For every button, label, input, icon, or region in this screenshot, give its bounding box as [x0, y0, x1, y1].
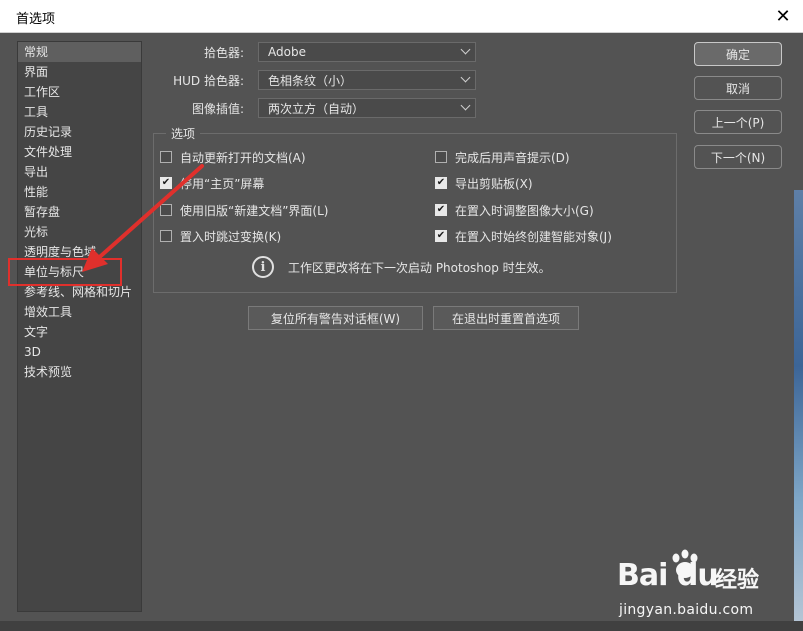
check-icon: ✔ [436, 230, 446, 241]
option-label: 完成后用声音提示(D) [455, 150, 570, 165]
title-bar: 首选项 ✕ [0, 0, 803, 33]
checkbox-checked[interactable]: ✔ [435, 177, 447, 189]
hud-color-picker-row: HUD 拾色器: 色相条纹（小） [0, 69, 480, 91]
color-picker-select[interactable]: Adobe [258, 42, 476, 62]
resize-on-place-option[interactable]: ✔ 在置入时调整图像大小(G) [435, 202, 594, 218]
paw-icon [672, 549, 698, 578]
option-label: 在置入时调整图像大小(G) [455, 203, 594, 218]
option-label: 导出剪贴板(X) [455, 176, 533, 191]
chevron-down-icon [460, 44, 471, 55]
info-text: 工作区更改将在下一次启动 Photoshop 时生效。 [288, 260, 551, 275]
options-legend: 选项 [166, 125, 201, 142]
option-label: 在置入时始终创建智能对象(J) [455, 229, 612, 244]
window-title: 首选项 [16, 12, 56, 27]
ok-button[interactable]: 确定 [694, 42, 782, 66]
sidebar-item-type[interactable]: 文字 [18, 322, 141, 342]
sidebar-item-history[interactable]: 历史记录 [18, 122, 141, 142]
sidebar-item-file-handling[interactable]: 文件处理 [18, 142, 141, 162]
check-icon: ✔ [436, 204, 446, 215]
reset-preferences-button[interactable]: 在退出时重置首选项 [433, 306, 579, 330]
image-interpolation-row: 图像插值: 两次立方（自动） [0, 97, 480, 119]
next-button[interactable]: 下一个(N) [694, 145, 782, 169]
sidebar-item-tech-preview[interactable]: 技术预览 [18, 362, 141, 382]
beep-when-done-option[interactable]: 完成后用声音提示(D) [435, 149, 570, 165]
color-picker-label: 拾色器: [203, 45, 244, 60]
cancel-button[interactable]: 取消 [694, 76, 782, 100]
checkbox-checked[interactable]: ✔ [435, 204, 447, 216]
check-icon: ✔ [436, 177, 446, 188]
color-picker-value: Adobe [268, 45, 306, 59]
close-button[interactable]: ✕ [763, 0, 803, 32]
hud-color-picker-select[interactable]: 色相条纹（小） [258, 70, 476, 90]
info-icon: i [252, 256, 274, 278]
export-clipboard-option[interactable]: ✔ 导出剪贴板(X) [435, 175, 533, 191]
chevron-down-icon [460, 100, 471, 111]
preferences-sidebar: 常规 界面 工作区 工具 历史记录 文件处理 导出 性能 暂存盘 光标 透明度与… [17, 41, 142, 612]
smart-object-on-place-option[interactable]: ✔ 在置入时始终创建智能对象(J) [435, 228, 612, 244]
watermark-cn: 经验 [715, 568, 760, 593]
image-interpolation-label: 图像插值: [191, 101, 244, 116]
annotation-arrow [82, 164, 204, 272]
baidu-jingyan-watermark: Bai du 经验 jingyan.baidu.com [615, 548, 795, 623]
sidebar-item-3d[interactable]: 3D [18, 342, 141, 362]
color-picker-row: 拾色器: Adobe [0, 41, 480, 63]
watermark-url: jingyan.baidu.com [619, 602, 754, 618]
background-canvas-strip [794, 190, 803, 631]
checkbox[interactable] [435, 151, 447, 163]
previous-button[interactable]: 上一个(P) [694, 110, 782, 134]
checkbox-checked[interactable]: ✔ [435, 230, 447, 242]
reset-warnings-button[interactable]: 复位所有警告对话框(W) [248, 306, 423, 330]
image-interpolation-value: 两次立方（自动） [268, 101, 365, 116]
chevron-down-icon [460, 72, 471, 83]
sidebar-item-plugins[interactable]: 增效工具 [18, 302, 141, 322]
hud-color-picker-value: 色相条纹（小） [268, 73, 353, 88]
image-interpolation-select[interactable]: 两次立方（自动） [258, 98, 476, 118]
hud-color-picker-label: HUD 拾色器: [173, 73, 244, 88]
close-icon: ✕ [775, 5, 791, 27]
workspace-info-notice: i 工作区更改将在下一次启动 Photoshop 时生效。 [252, 256, 551, 278]
